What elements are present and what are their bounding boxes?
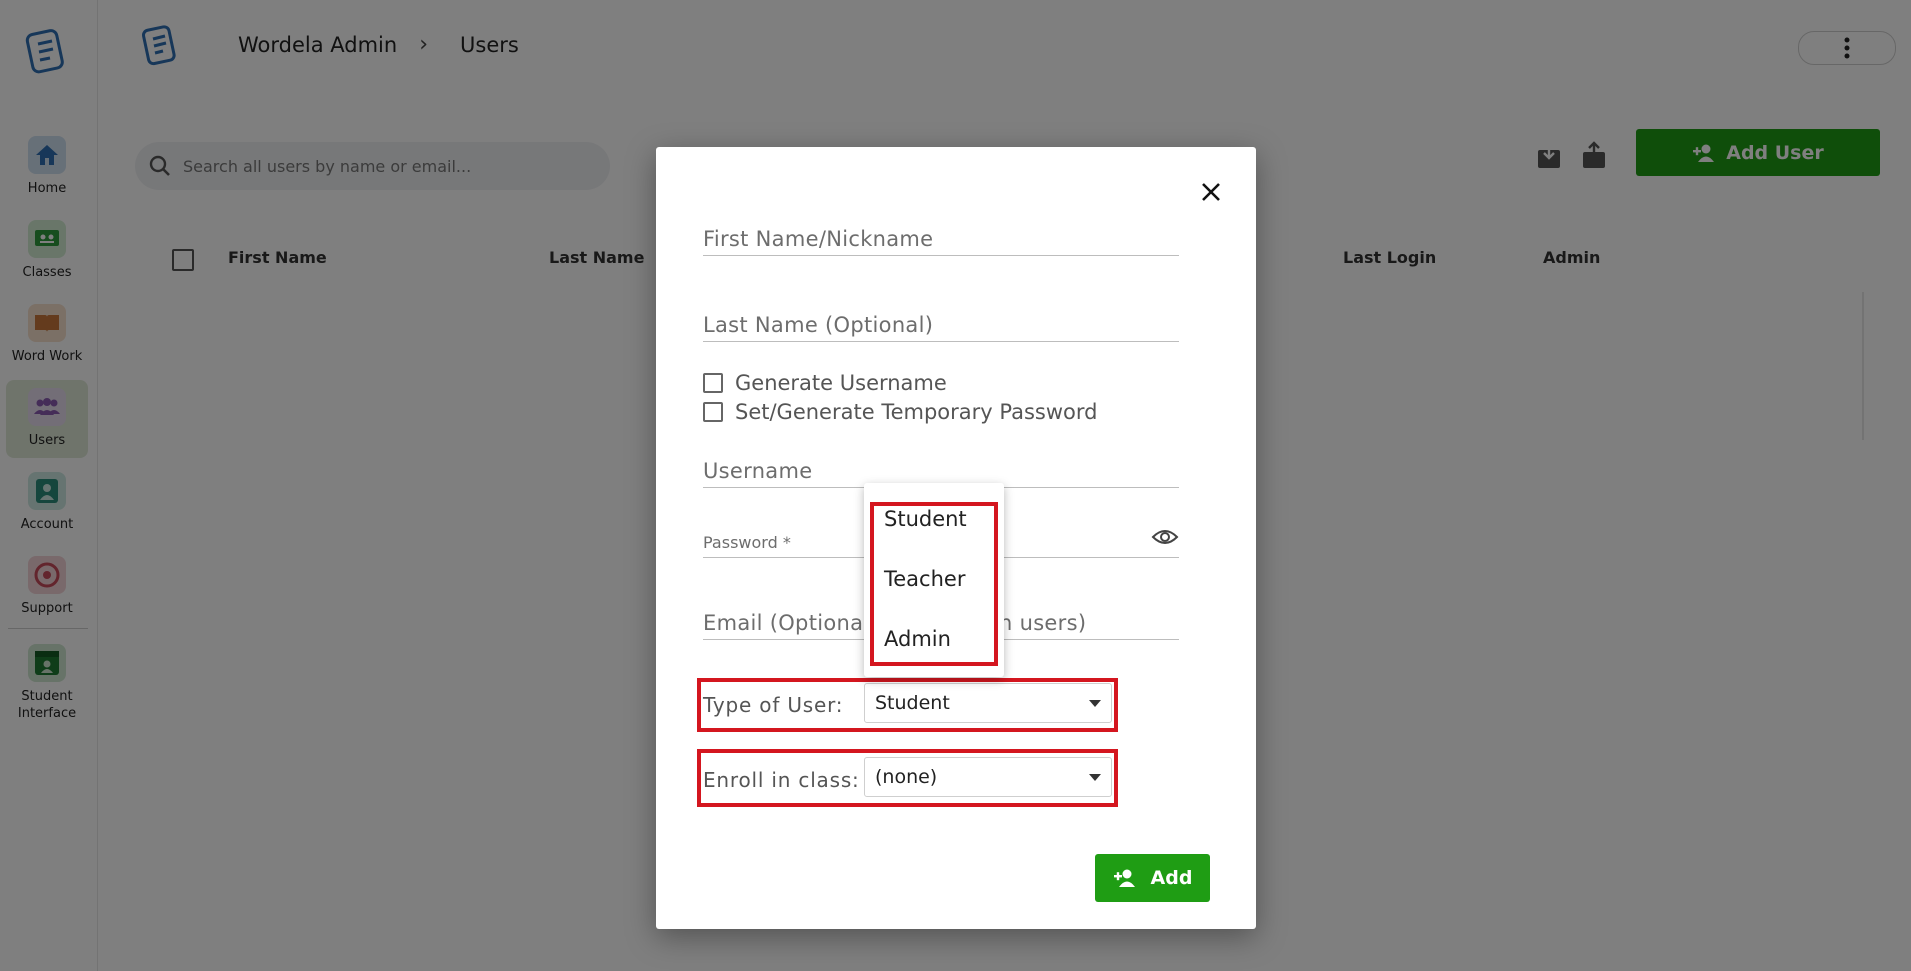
menu-options-highlight [870, 502, 998, 666]
add-user-icon [1113, 869, 1135, 887]
temp-password-checkbox[interactable] [703, 402, 723, 422]
show-password-icon[interactable] [1151, 527, 1179, 547]
close-button[interactable] [1196, 177, 1226, 207]
username-label: Username [703, 459, 813, 483]
temp-password-label: Set/Generate Temporary Password [735, 400, 1098, 424]
last-name-field[interactable]: Last Name (Optional) [703, 313, 1179, 342]
last-name-label: Last Name (Optional) [703, 313, 934, 337]
generate-username-row[interactable]: Generate Username [703, 371, 947, 395]
user-type-menu: Student Teacher Admin [864, 483, 1004, 677]
first-name-field[interactable]: First Name/Nickname [703, 227, 1179, 256]
enroll-in-class-highlight [697, 749, 1118, 807]
email-label: Email (Optional [703, 611, 870, 635]
type-of-user-highlight [697, 678, 1118, 732]
first-name-label: First Name/Nickname [703, 227, 934, 251]
email-label-tail: n users) [999, 611, 1087, 635]
generate-username-label: Generate Username [735, 371, 947, 395]
password-label: Password * [703, 533, 791, 552]
generate-username-checkbox[interactable] [703, 373, 723, 393]
close-icon [1202, 183, 1220, 201]
add-label: Add [1150, 867, 1193, 889]
temp-password-row[interactable]: Set/Generate Temporary Password [703, 400, 1097, 424]
add-button[interactable]: Add [1095, 854, 1210, 902]
